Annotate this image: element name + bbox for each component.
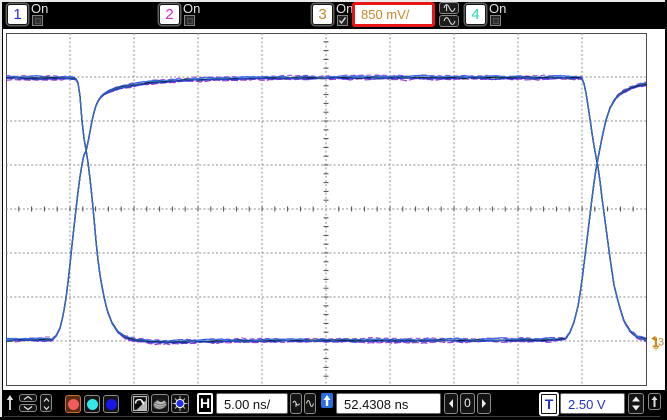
svg-text:3: 3 [658, 337, 664, 349]
